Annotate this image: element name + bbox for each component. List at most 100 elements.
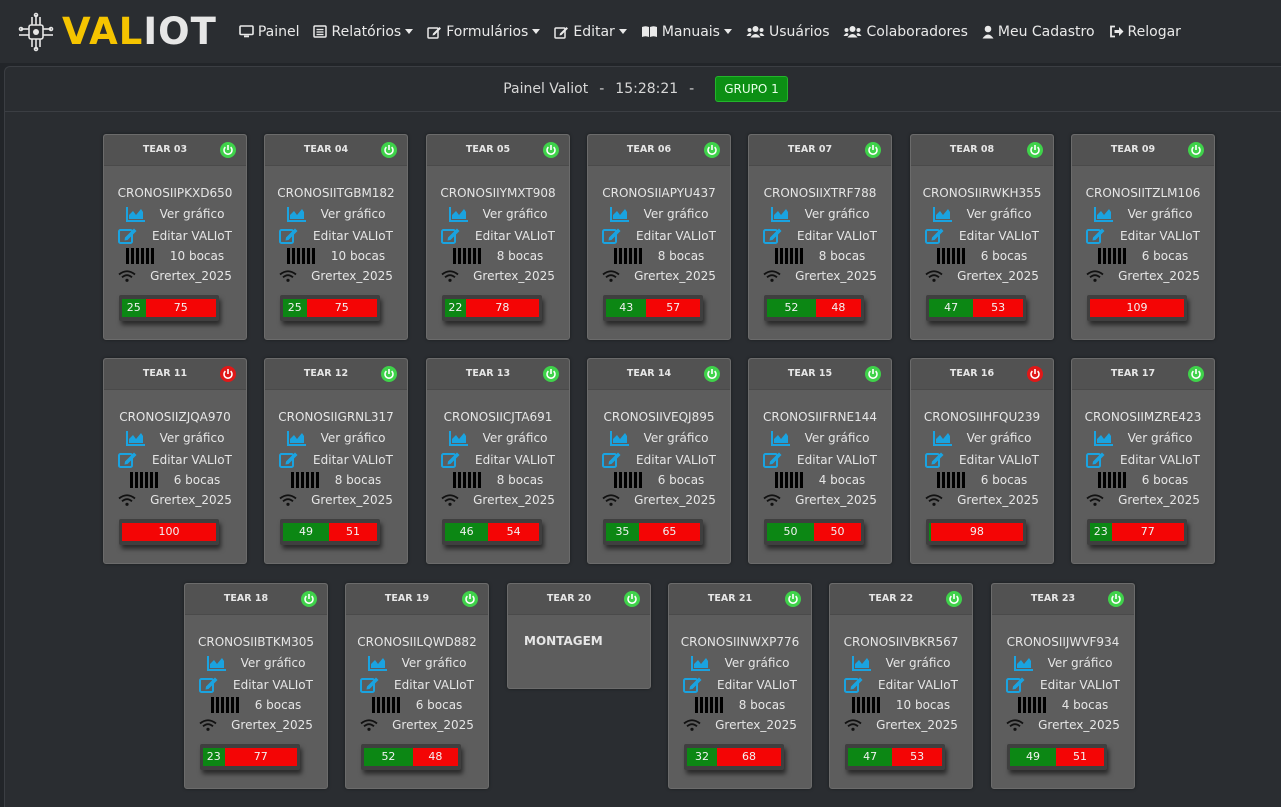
view-chart-link[interactable]: Ver gráfico (830, 655, 972, 671)
brand[interactable]: VALIOT (16, 11, 217, 52)
edit-valiot-link[interactable]: Editar VALIoT (992, 676, 1134, 693)
edit-valiot-link[interactable]: Editar VALIoT (669, 676, 811, 693)
green-segment: 25 (122, 299, 146, 317)
red-segment: 48 (815, 299, 861, 317)
power-icon[interactable] (381, 366, 397, 382)
view-chart-link[interactable]: Ver gráfico (265, 430, 407, 446)
edit-valiot-link[interactable]: Editar VALIoT (104, 451, 246, 468)
power-icon[interactable] (1188, 366, 1204, 382)
edit-valiot-link[interactable]: Editar VALIoT (749, 227, 891, 244)
view-chart-link[interactable]: Ver gráfico (911, 430, 1053, 446)
group-button[interactable]: GRUPO 1 (715, 76, 788, 102)
power-icon[interactable] (946, 591, 962, 607)
power-icon[interactable] (543, 366, 559, 382)
power-icon[interactable] (301, 591, 317, 607)
view-chart-link[interactable]: Ver gráfico (1072, 206, 1214, 222)
edit-valiot-link[interactable]: Editar VALIoT (346, 676, 488, 693)
barcode-icon (1097, 472, 1128, 488)
power-icon[interactable] (704, 142, 720, 158)
power-icon[interactable] (865, 366, 881, 382)
power-icon[interactable] (704, 366, 720, 382)
power-icon[interactable] (220, 142, 236, 158)
nav-painel[interactable]: Painel (239, 24, 299, 40)
view-chart-link[interactable]: Ver gráfico (588, 430, 730, 446)
efficiency-bar: 23 77 (1087, 519, 1187, 545)
view-chart-link[interactable]: Ver gráfico (588, 206, 730, 222)
efficiency-bar-track: 49 51 (283, 523, 377, 541)
efficiency-bar: 49 51 (280, 519, 380, 545)
nav-meu-cadastro[interactable]: Meu Cadastro (982, 24, 1095, 40)
edit-valiot-link[interactable]: Editar VALIoT (911, 451, 1053, 468)
view-chart-link[interactable]: Ver gráfico (749, 430, 891, 446)
edit-valiot-link[interactable]: Editar VALIoT (588, 227, 730, 244)
power-icon[interactable] (1027, 142, 1043, 158)
power-icon[interactable] (1027, 366, 1043, 382)
nav-colaboradores[interactable]: Colaboradores (843, 24, 968, 40)
view-chart-link[interactable]: Ver gráfico (185, 655, 327, 671)
wifi-icon (118, 270, 136, 282)
red-segment: 109 (1090, 299, 1184, 317)
power-icon[interactable] (1108, 591, 1124, 607)
efficiency-bar: 23 77 (200, 744, 300, 770)
chart-area-icon (1093, 206, 1114, 222)
power-icon[interactable] (624, 591, 640, 607)
nav-manuais[interactable]: Manuais (641, 24, 732, 40)
efficiency-bar-track: 47 53 (848, 748, 942, 766)
bocas-label: 8 bocas (818, 249, 866, 263)
edit-valiot-label: Editar VALIoT (1040, 677, 1120, 692)
nav-editar[interactable]: Editar (554, 24, 627, 40)
edit-valiot-link[interactable]: Editar VALIoT (427, 451, 569, 468)
power-icon[interactable] (462, 591, 478, 607)
edit-valiot-link[interactable]: Editar VALIoT (185, 676, 327, 693)
view-chart-link[interactable]: Ver gráfico (346, 655, 488, 671)
view-chart-label: Ver gráfico (804, 431, 870, 445)
edit-valiot-link[interactable]: Editar VALIoT (427, 227, 569, 244)
nav-usuários[interactable]: Usuários (746, 24, 829, 40)
view-chart-link[interactable]: Ver gráfico (1072, 430, 1214, 446)
edit-icon (360, 676, 380, 693)
edit-valiot-link[interactable]: Editar VALIoT (911, 227, 1053, 244)
view-chart-link[interactable]: Ver gráfico (104, 430, 246, 446)
view-chart-link[interactable]: Ver gráfico (104, 206, 246, 222)
view-chart-label: Ver gráfico (643, 207, 709, 221)
device-serial: CRONOSIIFRNE144 (763, 410, 877, 424)
view-chart-link[interactable]: Ver gráfico (669, 655, 811, 671)
edit-valiot-link[interactable]: Editar VALIoT (749, 451, 891, 468)
efficiency-bar-track: 100 (122, 523, 216, 541)
edit-valiot-label: Editar VALIoT (1120, 228, 1200, 243)
red-segment: 57 (646, 299, 700, 317)
nav-label: Formulários (446, 23, 529, 40)
view-chart-label: Ver gráfico (966, 431, 1032, 445)
nav-formulários[interactable]: Formulários (427, 23, 541, 40)
nav-relatórios[interactable]: Relatórios (313, 24, 414, 40)
device-serial: CRONOSIILQWD882 (357, 635, 477, 649)
edit-valiot-link[interactable]: Editar VALIoT (588, 451, 730, 468)
wifi-label: Grertex_2025 (1118, 493, 1200, 507)
edit-valiot-link[interactable]: Editar VALIoT (1072, 451, 1214, 468)
edit-valiot-link[interactable]: Editar VALIoT (265, 451, 407, 468)
view-chart-link[interactable]: Ver gráfico (992, 655, 1134, 671)
power-icon[interactable] (220, 366, 236, 382)
power-icon[interactable] (785, 591, 801, 607)
power-icon[interactable] (865, 142, 881, 158)
list-icon (313, 25, 331, 38)
edit-valiot-link[interactable]: Editar VALIoT (265, 227, 407, 244)
wifi-label: Grertex_2025 (150, 493, 232, 507)
power-icon[interactable] (543, 142, 559, 158)
wifi-label: Grertex_2025 (957, 493, 1039, 507)
nav-relogar[interactable]: Relogar (1109, 24, 1181, 40)
edit-valiot-link[interactable]: Editar VALIoT (1072, 227, 1214, 244)
view-chart-link[interactable]: Ver gráfico (265, 206, 407, 222)
view-chart-link[interactable]: Ver gráfico (427, 206, 569, 222)
wifi-icon (1086, 494, 1104, 506)
power-icon[interactable] (1188, 142, 1204, 158)
view-chart-link[interactable]: Ver gráfico (427, 430, 569, 446)
edit-valiot-link[interactable]: Editar VALIoT (830, 676, 972, 693)
view-chart-link[interactable]: Ver gráfico (749, 206, 891, 222)
view-chart-link[interactable]: Ver gráfico (911, 206, 1053, 222)
efficiency-bar: 32 68 (684, 744, 784, 770)
power-icon[interactable] (381, 142, 397, 158)
wifi-icon (199, 719, 217, 731)
edit-valiot-link[interactable]: Editar VALIoT (104, 227, 246, 244)
card-header: TEAR 21 (669, 584, 811, 615)
